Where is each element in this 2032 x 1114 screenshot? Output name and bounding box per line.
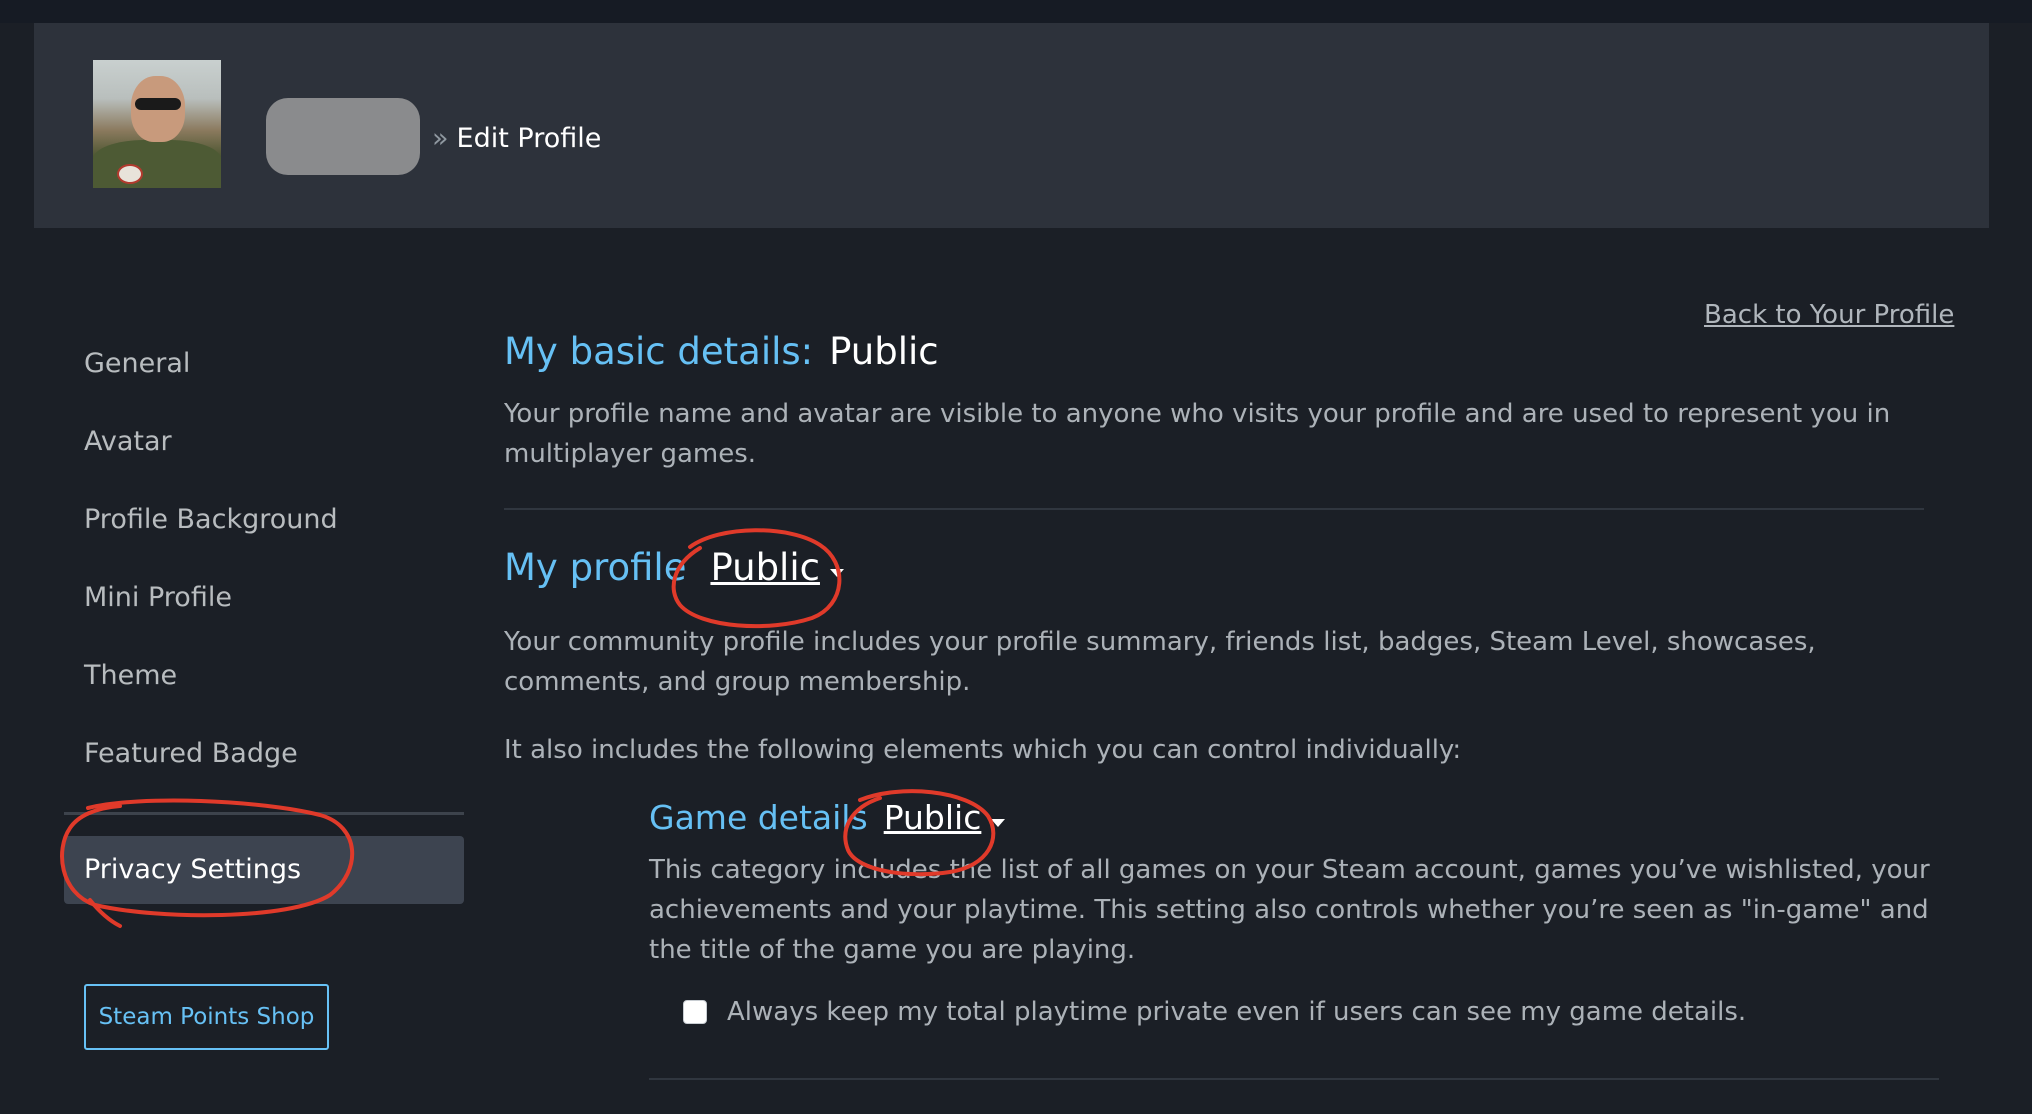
game-details-value: Public <box>883 798 982 837</box>
playtime-private-label[interactable]: Always keep my total playtime private ev… <box>727 992 1746 1032</box>
sidebar-item-label: Privacy Settings <box>84 854 302 885</box>
avatar-sunglasses <box>135 98 181 110</box>
game-details-description: This category includes the list of all g… <box>649 855 1930 965</box>
redacted-profile-name[interactable] <box>266 98 420 175</box>
steam-points-shop-button[interactable]: Steam Points Shop <box>84 984 329 1050</box>
breadcrumb-current-page: Edit Profile <box>456 123 602 154</box>
avatar-jacket <box>93 140 221 188</box>
profile-privacy-description: Your community profile includes your pro… <box>504 627 1816 697</box>
game-details-heading: Game details Public <box>649 798 1939 846</box>
playtime-private-option[interactable]: Always keep my total playtime private ev… <box>683 992 1939 1032</box>
profile-privacy-value: Public <box>710 546 820 589</box>
privacy-settings-panel: My basic details: Public Your profile na… <box>504 330 1944 1080</box>
game-details-section: Game details Public This category includ… <box>649 798 1939 1080</box>
basic-details-description: Your profile name and avatar are visible… <box>504 399 1891 469</box>
sidebar-item-avatar[interactable]: Avatar <box>84 426 172 457</box>
avatar[interactable] <box>93 60 221 188</box>
sidebar-item-profile-background[interactable]: Profile Background <box>84 504 338 535</box>
profile-header: » Edit Profile <box>34 23 1989 228</box>
profile-privacy-label: My profile <box>504 546 687 589</box>
game-details-label: Game details <box>649 798 868 837</box>
profile-privacy-sub-intro: It also includes the following elements … <box>504 735 1462 765</box>
basic-details-value: Public <box>829 330 939 373</box>
basic-details-heading: My basic details: Public <box>504 330 1944 380</box>
section-divider <box>504 508 1924 510</box>
game-details-dropdown[interactable]: Public <box>884 798 1006 837</box>
sidebar-item-theme[interactable]: Theme <box>84 660 177 691</box>
sidebar-divider <box>64 812 464 815</box>
breadcrumb: » Edit Profile <box>432 123 601 154</box>
playtime-private-checkbox[interactable] <box>683 1000 707 1024</box>
chevron-down-icon <box>829 568 844 577</box>
avatar-pin <box>117 164 143 184</box>
sidebar-item-mini-profile[interactable]: Mini Profile <box>84 582 232 613</box>
profile-privacy-heading: My profile Public <box>504 546 1944 600</box>
window-top-strip <box>0 0 2032 23</box>
profile-privacy-dropdown[interactable]: Public <box>710 546 844 589</box>
section-divider <box>649 1078 1939 1080</box>
breadcrumb-separator: » <box>432 123 449 154</box>
basic-details-label: My basic details: <box>504 330 814 373</box>
chevron-down-icon <box>991 818 1006 827</box>
sidebar-item-featured-badge[interactable]: Featured Badge <box>84 738 298 769</box>
back-to-profile-link[interactable]: Back to Your Profile <box>1704 300 1954 330</box>
sidebar-item-general[interactable]: General <box>84 348 190 379</box>
sidebar-item-privacy-settings[interactable]: Privacy Settings <box>64 836 464 904</box>
